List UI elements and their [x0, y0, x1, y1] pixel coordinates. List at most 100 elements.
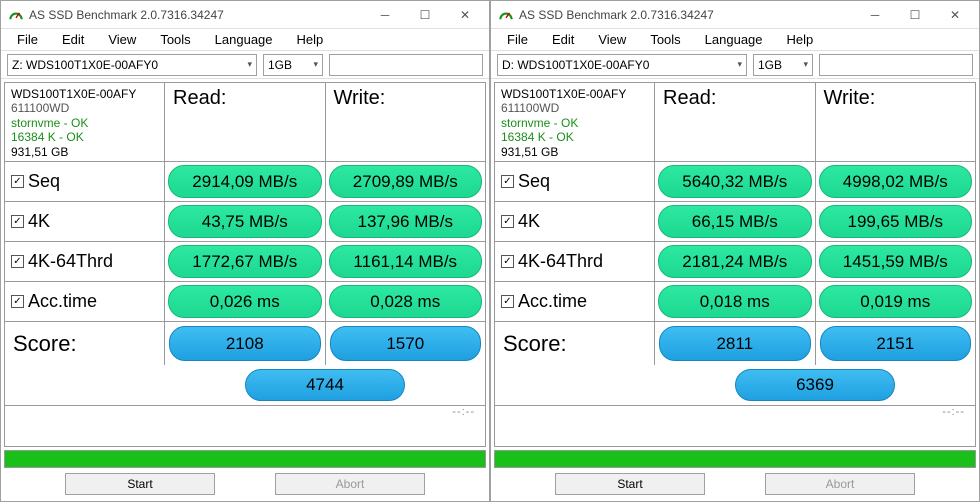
benchmark-window-right: AS SSD Benchmark 2.0.7316.34247 ─ ☐ ✕ Fi… [490, 0, 980, 502]
size-select-value: 1GB [758, 58, 782, 72]
4k64-write: 1161,14 MB/s [329, 245, 483, 278]
4k-read: 66,15 MB/s [658, 205, 812, 238]
size-select-value: 1GB [268, 58, 292, 72]
checkbox-4k64[interactable]: ✓ [501, 255, 514, 268]
elapsed-time: --:-- [495, 405, 975, 423]
menu-file[interactable]: File [495, 30, 540, 49]
checkbox-4k64[interactable]: ✓ [11, 255, 24, 268]
titlebar[interactable]: AS SSD Benchmark 2.0.7316.34247 ─ ☐ ✕ [1, 1, 489, 29]
chevron-down-icon: ▾ [247, 59, 252, 70]
drive-select[interactable]: Z: WDS100T1X0E-00AFY0 ▾ [7, 54, 257, 76]
checkbox-4k[interactable]: ✓ [501, 215, 514, 228]
header-read: Read: [165, 83, 326, 161]
menu-language[interactable]: Language [203, 30, 285, 49]
acc-read: 0,026 ms [168, 285, 322, 318]
device-model: WDS100T1X0E-00AFY [501, 87, 648, 101]
score-total: 6369 [735, 369, 895, 401]
4k64-write: 1451,59 MB/s [819, 245, 973, 278]
app-icon [499, 8, 513, 22]
device-align: 16384 K - OK [501, 130, 648, 144]
row-acctime: ✓Acc.time 0,018 ms 0,019 ms [495, 281, 975, 321]
device-firmware: 611100WD [11, 101, 158, 115]
device-info: WDS100T1X0E-00AFY 611100WD stornvme - OK… [495, 83, 655, 161]
row-score: Score: 2108 1570 [5, 321, 485, 365]
app-icon [9, 8, 23, 22]
maximize-button[interactable]: ☐ [405, 2, 445, 28]
abort-button[interactable]: Abort [765, 473, 915, 495]
maximize-button[interactable]: ☐ [895, 2, 935, 28]
label-4k: 4K [28, 211, 50, 232]
score-read: 2811 [659, 326, 811, 361]
menubar: File Edit View Tools Language Help [491, 29, 979, 51]
4k-read: 43,75 MB/s [168, 205, 322, 238]
window-controls: ─ ☐ ✕ [365, 2, 485, 28]
checkbox-4k[interactable]: ✓ [11, 215, 24, 228]
seq-read: 5640,32 MB/s [658, 165, 812, 198]
start-button[interactable]: Start [65, 473, 215, 495]
path-field[interactable] [329, 54, 483, 76]
label-seq: Seq [518, 171, 550, 192]
drive-select[interactable]: D: WDS100T1X0E-00AFY0 ▾ [497, 54, 747, 76]
progress-bar [4, 450, 486, 468]
acc-write: 0,028 ms [329, 285, 483, 318]
row-4k: ✓ 4K 43,75 MB/s 137,96 MB/s [5, 201, 485, 241]
4k-write: 137,96 MB/s [329, 205, 483, 238]
score-write: 1570 [330, 326, 482, 361]
menu-view[interactable]: View [96, 30, 148, 49]
device-driver: stornvme - OK [11, 116, 158, 130]
menu-view[interactable]: View [586, 30, 638, 49]
minimize-button[interactable]: ─ [855, 2, 895, 28]
benchmark-window-left: AS SSD Benchmark 2.0.7316.34247 ─ ☐ ✕ Fi… [0, 0, 490, 502]
abort-button[interactable]: Abort [275, 473, 425, 495]
menu-file[interactable]: File [5, 30, 50, 49]
checkbox-acctime[interactable]: ✓ [11, 295, 24, 308]
path-field[interactable] [819, 54, 973, 76]
menu-language[interactable]: Language [693, 30, 775, 49]
close-button[interactable]: ✕ [935, 2, 975, 28]
close-button[interactable]: ✕ [445, 2, 485, 28]
4k64-read: 2181,24 MB/s [658, 245, 812, 278]
drive-select-value: Z: WDS100T1X0E-00AFY0 [12, 58, 158, 72]
window-title: AS SSD Benchmark 2.0.7316.34247 [29, 8, 365, 22]
window-title: AS SSD Benchmark 2.0.7316.34247 [519, 8, 855, 22]
menu-help[interactable]: Help [285, 30, 336, 49]
menubar: File Edit View Tools Language Help [1, 29, 489, 51]
progress-bar [494, 450, 976, 468]
label-acctime: Acc.time [518, 291, 587, 312]
menu-edit[interactable]: Edit [50, 30, 96, 49]
start-button[interactable]: Start [555, 473, 705, 495]
menu-edit[interactable]: Edit [540, 30, 586, 49]
checkbox-seq[interactable]: ✓ [501, 175, 514, 188]
device-capacity: 931,51 GB [11, 145, 158, 159]
results-grid: WDS100T1X0E-00AFY 611100WD stornvme - OK… [494, 82, 976, 447]
titlebar[interactable]: AS SSD Benchmark 2.0.7316.34247 ─ ☐ ✕ [491, 1, 979, 29]
row-seq: ✓ Seq 5640,32 MB/s 4998,02 MB/s [495, 161, 975, 201]
checkbox-acctime[interactable]: ✓ [501, 295, 514, 308]
label-acctime: Acc.time [28, 291, 97, 312]
size-select[interactable]: 1GB ▾ [753, 54, 813, 76]
device-model: WDS100T1X0E-00AFY [11, 87, 158, 101]
size-select[interactable]: 1GB ▾ [263, 54, 323, 76]
toolbar: Z: WDS100T1X0E-00AFY0 ▾ 1GB ▾ [1, 51, 489, 79]
device-driver: stornvme - OK [501, 116, 648, 130]
minimize-button[interactable]: ─ [365, 2, 405, 28]
row-score: Score: 2811 2151 [495, 321, 975, 365]
score-total: 4744 [245, 369, 405, 401]
drive-select-value: D: WDS100T1X0E-00AFY0 [502, 58, 649, 72]
chevron-down-icon: ▾ [803, 59, 808, 70]
row-seq: ✓Seq 2914,09 MB/s 2709,89 MB/s [5, 161, 485, 201]
checkbox-seq[interactable]: ✓ [11, 175, 24, 188]
menu-help[interactable]: Help [775, 30, 826, 49]
acc-write: 0,019 ms [819, 285, 973, 318]
seq-write: 4998,02 MB/s [819, 165, 973, 198]
chevron-down-icon: ▾ [313, 59, 318, 70]
device-info: WDS100T1X0E-00AFY 611100WD stornvme - OK… [5, 83, 165, 161]
device-firmware: 611100WD [501, 101, 648, 115]
4k-write: 199,65 MB/s [819, 205, 973, 238]
score-write: 2151 [820, 326, 972, 361]
4k64-read: 1772,67 MB/s [168, 245, 322, 278]
menu-tools[interactable]: Tools [148, 30, 202, 49]
menu-tools[interactable]: Tools [638, 30, 692, 49]
chevron-down-icon: ▾ [737, 59, 742, 70]
toolbar: D: WDS100T1X0E-00AFY0 ▾ 1GB ▾ [491, 51, 979, 79]
